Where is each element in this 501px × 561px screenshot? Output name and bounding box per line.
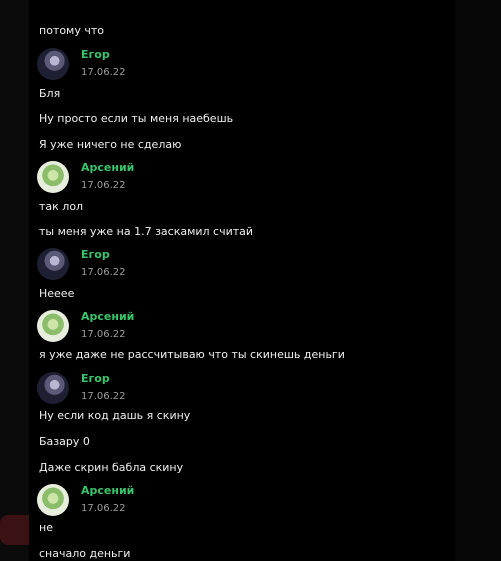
message-text: сначало деньги bbox=[39, 547, 131, 560]
avatar[interactable] bbox=[37, 248, 69, 280]
message-date: 17.06.22 bbox=[81, 67, 126, 78]
message-text: так лол bbox=[39, 200, 84, 213]
message-date: 17.06.22 bbox=[81, 503, 126, 514]
message-text: я уже даже не рассчитываю что ты скинешь… bbox=[39, 348, 345, 361]
message-date: 17.06.22 bbox=[81, 329, 126, 340]
author-name[interactable]: Егор bbox=[81, 248, 110, 261]
message-text: Ну если код дашь я скину bbox=[39, 409, 191, 422]
avatar[interactable] bbox=[37, 310, 69, 342]
avatar[interactable] bbox=[37, 48, 69, 80]
message-text: Неееe bbox=[39, 287, 75, 300]
message-text: Базару 0 bbox=[39, 435, 90, 448]
message-text: Я уже ничего не сделаю bbox=[39, 138, 182, 151]
message-text: Бля bbox=[39, 87, 61, 100]
author-name[interactable]: Арсений bbox=[81, 484, 134, 497]
chat-panel: потому что Егор 17.06.22 Бля Ну просто е… bbox=[29, 0, 501, 561]
author-name[interactable]: Арсений bbox=[81, 310, 134, 323]
avatar[interactable] bbox=[37, 372, 69, 404]
message-text: Даже скрин бабла скину bbox=[39, 461, 184, 474]
avatar[interactable] bbox=[37, 161, 69, 193]
message-date: 17.06.22 bbox=[81, 267, 126, 278]
author-name[interactable]: Арсений bbox=[81, 161, 134, 174]
message-date: 17.06.22 bbox=[81, 180, 126, 191]
message-date: 17.06.22 bbox=[81, 391, 126, 402]
right-sidebar bbox=[455, 0, 501, 561]
message-text: потому что bbox=[39, 24, 105, 37]
avatar[interactable] bbox=[37, 484, 69, 516]
message-text: не bbox=[39, 521, 53, 534]
author-name[interactable]: Егор bbox=[81, 48, 110, 61]
message-text: ты меня уже на 1.7 заскамил считай bbox=[39, 225, 254, 238]
message-text: Ну просто если ты меня наебешь bbox=[39, 112, 234, 125]
author-name[interactable]: Егор bbox=[81, 372, 110, 385]
